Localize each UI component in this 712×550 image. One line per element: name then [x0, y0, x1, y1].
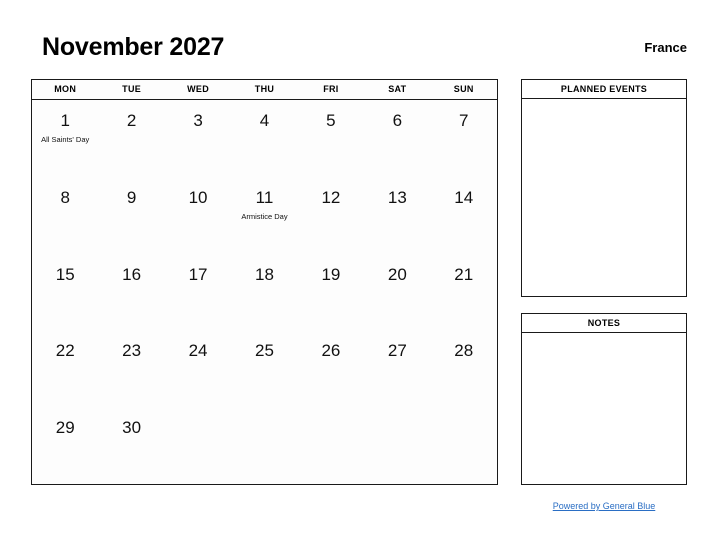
day-holiday-label: All Saints' Day	[41, 135, 90, 144]
notes-panel: NOTES	[521, 313, 687, 485]
calendar-day-cell[interactable]: 23	[98, 330, 164, 407]
calendar-grid: MON TUE WED THU FRI SAT SUN 1 All Saints…	[31, 79, 498, 485]
calendar-day-cell-empty	[165, 407, 231, 484]
page-header: November 2027 France	[31, 30, 687, 70]
weekday-header-mon: MON	[54, 84, 77, 94]
calendar-day-cell[interactable]: 25	[231, 330, 297, 407]
calendar-day-cell[interactable]: 11 Armistice Day	[231, 177, 297, 254]
day-number: 20	[387, 264, 407, 284]
page-title: November 2027	[42, 33, 225, 61]
calendar-day-cell[interactable]: 16	[98, 254, 164, 331]
day-number: 13	[387, 187, 407, 207]
calendar-week-row: 1 All Saints' Day 2 3 4 5 6 7	[32, 100, 497, 177]
calendar-day-cell[interactable]: 29	[32, 407, 98, 484]
day-number: 2	[126, 111, 137, 130]
day-number: 25	[255, 341, 274, 361]
calendar-week-row: 8 9 10 11 Armistice Day 12 13 14	[32, 177, 497, 254]
calendar-day-cell[interactable]: 28	[431, 330, 497, 407]
calendar-day-cell[interactable]: 5	[298, 100, 364, 177]
calendar-week-row: 22 23 24 25 26 27 28	[32, 330, 497, 407]
day-number: 16	[122, 264, 142, 284]
notes-title: NOTES	[522, 314, 686, 333]
planned-events-body[interactable]	[522, 99, 686, 296]
calendar-day-cell[interactable]: 1 All Saints' Day	[32, 100, 98, 177]
day-number: 5	[326, 111, 336, 130]
calendar-day-cell[interactable]: 4	[231, 100, 297, 177]
calendar-day-cell-empty	[231, 407, 297, 484]
calendar-day-cell[interactable]: 20	[364, 254, 430, 331]
day-number: 10	[188, 187, 208, 207]
calendar-page: November 2027 France MON TUE WED THU FRI…	[0, 0, 712, 550]
planned-events-panel: PLANNED EVENTS	[521, 79, 687, 297]
day-number: 9	[126, 187, 137, 207]
calendar-week-row: 29 30	[32, 407, 497, 484]
day-number: 18	[255, 264, 274, 284]
calendar-day-cell-empty	[364, 407, 430, 484]
weekday-header-wed: WED	[187, 84, 209, 94]
planned-events-title: PLANNED EVENTS	[522, 80, 686, 99]
calendar-day-cell[interactable]: 30	[98, 407, 164, 484]
weekday-header-row: MON TUE WED THU FRI SAT SUN	[32, 80, 497, 100]
powered-by-link[interactable]: Powered by General Blue	[553, 501, 656, 511]
weekday-header-sun: SUN	[453, 84, 474, 94]
day-number: 19	[321, 264, 341, 284]
day-number: 7	[459, 111, 469, 130]
day-number: 27	[387, 341, 407, 361]
day-number: 21	[454, 264, 474, 284]
calendar-day-cell[interactable]: 8	[32, 177, 98, 254]
country-label: France	[644, 40, 687, 55]
calendar-day-cell[interactable]: 7	[431, 100, 497, 177]
day-number: 30	[122, 418, 142, 438]
calendar-weeks: 1 All Saints' Day 2 3 4 5 6 7 8 9 10 11 …	[32, 100, 497, 484]
calendar-day-cell[interactable]: 19	[298, 254, 364, 331]
calendar-day-cell[interactable]: 18	[231, 254, 297, 331]
calendar-day-cell[interactable]: 6	[364, 100, 430, 177]
day-number: 14	[454, 187, 474, 207]
weekday-header-tue: TUE	[122, 84, 142, 94]
calendar-day-cell[interactable]: 10	[165, 177, 231, 254]
day-number: 11	[255, 187, 274, 207]
day-number: 17	[188, 264, 208, 284]
day-number: 28	[454, 341, 474, 361]
calendar-day-cell[interactable]: 9	[98, 177, 164, 254]
calendar-day-cell[interactable]: 17	[165, 254, 231, 331]
calendar-day-cell-empty	[431, 407, 497, 484]
weekday-header-thu: THU	[254, 84, 275, 94]
notes-body[interactable]	[522, 333, 686, 484]
calendar-day-cell[interactable]: 22	[32, 330, 98, 407]
day-number: 29	[55, 418, 75, 438]
day-number: 3	[193, 111, 203, 130]
calendar-day-cell[interactable]: 3	[165, 100, 231, 177]
calendar-day-cell[interactable]: 26	[298, 330, 364, 407]
calendar-day-cell[interactable]: 12	[298, 177, 364, 254]
calendar-day-cell[interactable]: 15	[32, 254, 98, 331]
day-number: 4	[259, 111, 270, 130]
weekday-header-sat: SAT	[388, 84, 407, 94]
day-number: 8	[60, 187, 70, 207]
calendar-day-cell[interactable]: 14	[431, 177, 497, 254]
weekday-header-fri: FRI	[323, 84, 339, 94]
calendar-day-cell[interactable]: 24	[165, 330, 231, 407]
day-number: 24	[188, 341, 208, 361]
calendar-day-cell[interactable]: 13	[364, 177, 430, 254]
calendar-day-cell-empty	[298, 407, 364, 484]
day-number: 23	[122, 341, 142, 361]
day-holiday-label: Armistice Day	[241, 211, 288, 221]
calendar-day-cell[interactable]: 27	[364, 330, 430, 407]
day-number: 6	[392, 111, 403, 130]
calendar-day-cell[interactable]: 2	[98, 100, 164, 177]
day-number: 22	[55, 341, 75, 361]
day-number: 12	[321, 187, 341, 207]
day-number: 26	[321, 341, 341, 361]
page-footer: Powered by General Blue	[521, 496, 687, 514]
day-number: 1	[60, 111, 70, 130]
calendar-week-row: 15 16 17 18 19 20 21	[32, 254, 497, 331]
calendar-day-cell[interactable]: 21	[431, 254, 497, 331]
day-number: 15	[55, 264, 75, 284]
